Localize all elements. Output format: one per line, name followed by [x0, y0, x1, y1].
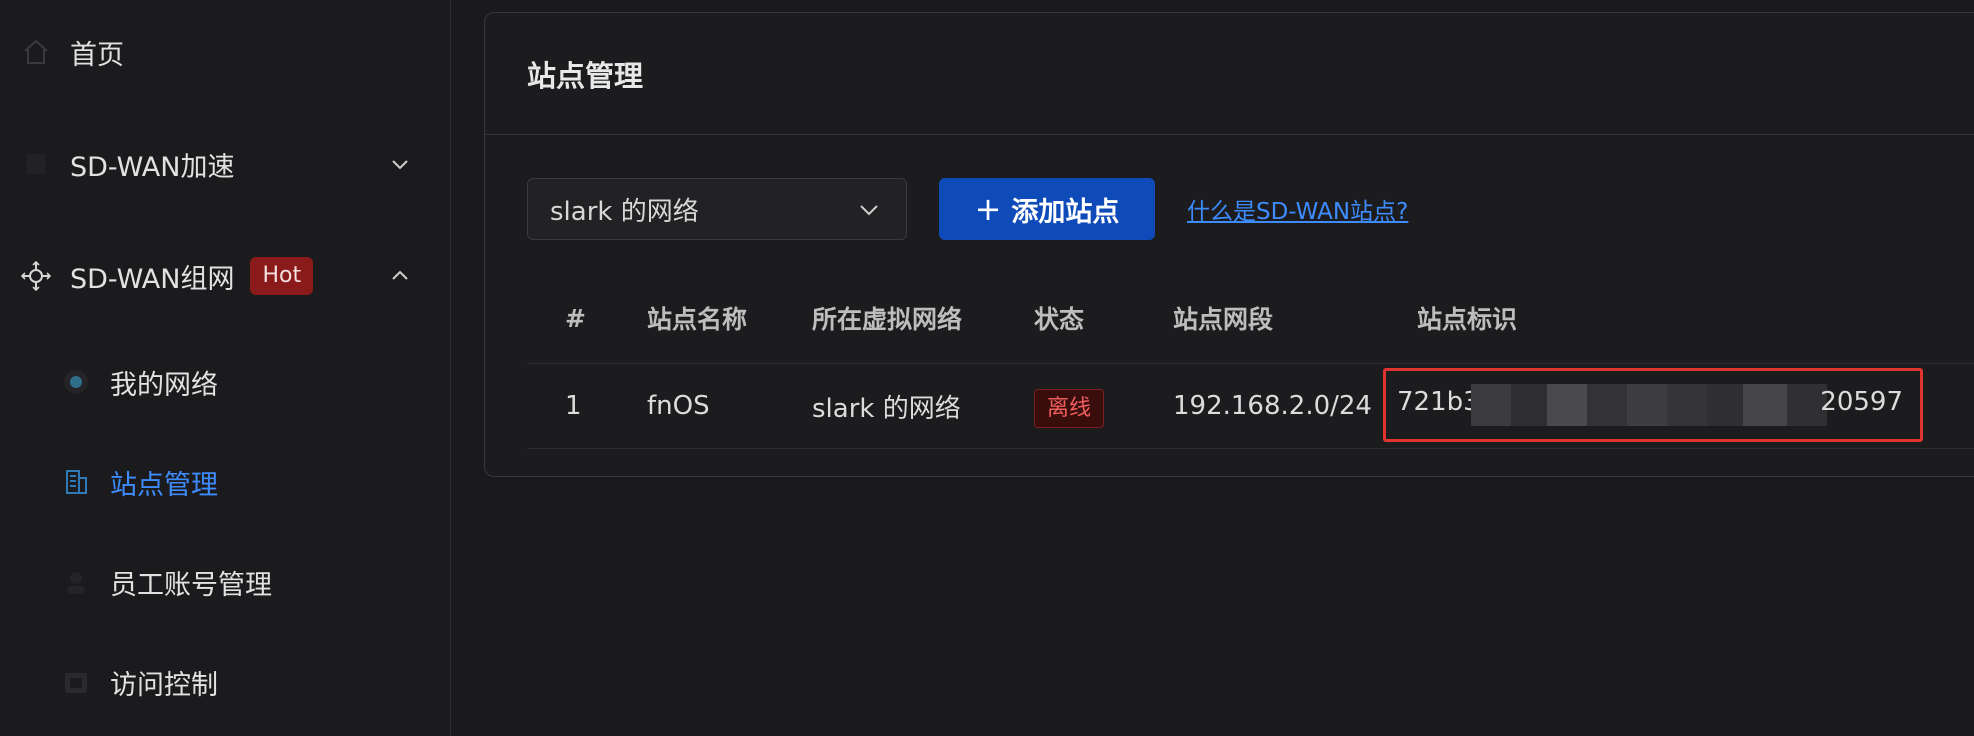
sidebar-item-label: 员工账号管理 [110, 569, 272, 601]
access-control-icon [60, 666, 92, 698]
column-header: 站点标识 [1417, 305, 1518, 334]
status-badge-wrap: 离线 [1034, 389, 1105, 428]
sidebar-item-label: SD-WAN加速 [70, 151, 235, 183]
accelerate-icon [20, 148, 52, 180]
user-icon [60, 566, 92, 598]
column-header: # [565, 303, 586, 333]
home-icon [20, 36, 52, 68]
card-header: 站点管理 [485, 13, 1974, 135]
globe-icon [60, 366, 92, 398]
hot-badge: Hot [250, 257, 314, 295]
sidebar-item-label: 我的网络 [110, 369, 218, 401]
network-topology-icon [20, 260, 52, 292]
building-icon [60, 466, 92, 498]
table-header: # 站点名称 所在虚拟网络 状态 站点网段 站点标识 [527, 273, 1974, 364]
sidebar-item-access-control[interactable]: 访问控制 [0, 652, 450, 712]
column-header: 站点网段 [1173, 305, 1274, 334]
page-title: 站点管理 [527, 58, 644, 93]
plus-icon: + [974, 190, 1002, 228]
column-header: 所在虚拟网络 [812, 305, 963, 334]
chevron-up-icon [392, 270, 408, 280]
row-index: 1 [565, 391, 582, 421]
add-site-button[interactable]: + 添加站点 [939, 178, 1155, 240]
sidebar-item-home[interactable]: 首页 [0, 22, 450, 82]
status-badge: 离线 [1034, 389, 1105, 428]
help-link[interactable]: 什么是SD-WAN站点? [1187, 192, 1408, 226]
highlight-box [1383, 368, 1923, 442]
add-site-label: 添加站点 [1011, 196, 1120, 228]
sidebar: 首页 SD-WAN加速 SD-WAN组网 Hot 我的网络 站点管理 员工账号管… [0, 0, 451, 736]
site-id-cell: 721b3 20597 [1383, 368, 1923, 442]
sidebar-item-label: 访问控制 [110, 669, 218, 701]
sidebar-item-label: 站点管理 [110, 469, 218, 501]
chevron-down-icon [860, 205, 878, 216]
chevron-down-icon [392, 160, 408, 170]
sidebar-item-label: 首页 [70, 39, 124, 71]
site-management-card: 站点管理 slark 的网络 + 添加站点 什么是SD-WAN站点? # 站点名… [484, 12, 1974, 477]
table-row[interactable]: 1 fnOS slark 的网络 离线 192.168.2.0/24 721b3… [527, 364, 1974, 449]
sidebar-item-employee-accounts[interactable]: 员工账号管理 [0, 552, 450, 612]
sidebar-item-site-management[interactable]: 站点管理 [0, 452, 450, 512]
column-header: 状态 [1034, 305, 1085, 334]
sidebar-item-sdwan-network[interactable]: SD-WAN组网 Hot [0, 246, 450, 306]
sites-table: # 站点名称 所在虚拟网络 状态 站点网段 站点标识 1 fnOS slark … [527, 273, 1974, 449]
site-segment: 192.168.2.0/24 [1173, 391, 1372, 421]
site-network: slark 的网络 [812, 393, 961, 424]
sidebar-item-sdwan-accel[interactable]: SD-WAN加速 [0, 134, 450, 194]
site-name: fnOS [647, 391, 710, 421]
sidebar-item-label: SD-WAN组网 [70, 263, 235, 295]
column-header: 站点名称 [647, 305, 748, 334]
network-select-value: slark 的网络 [550, 196, 699, 227]
network-select[interactable]: slark 的网络 [527, 178, 907, 240]
sidebar-item-my-network[interactable]: 我的网络 [0, 352, 450, 412]
toolbar: slark 的网络 + 添加站点 什么是SD-WAN站点? [527, 178, 1408, 240]
